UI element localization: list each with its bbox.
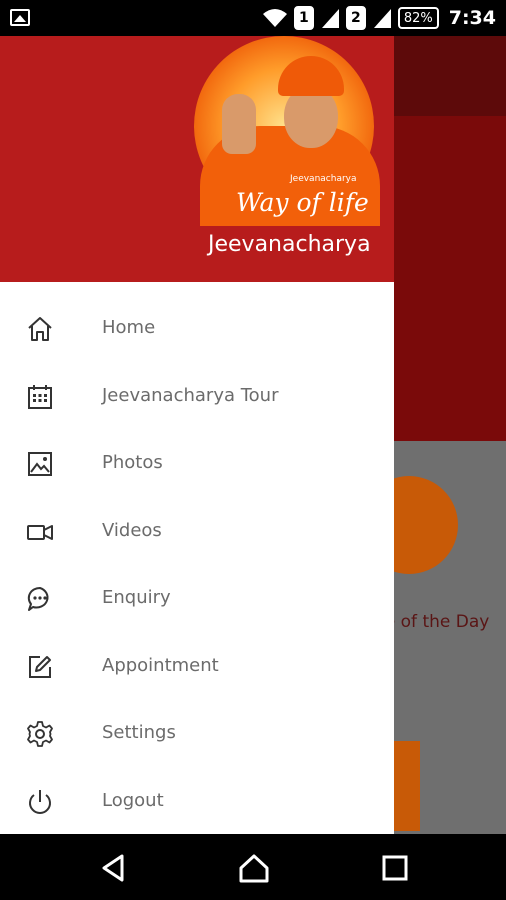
menu-item-videos[interactable]: Videos (0, 497, 394, 565)
logo-small-text: Jeevanacharya (290, 174, 357, 184)
edit-icon (29, 655, 51, 678)
system-nav-bar (0, 834, 506, 900)
menu-item-appointment[interactable]: Appointment (0, 632, 394, 700)
signal2-icon (373, 9, 391, 28)
back-icon[interactable] (98, 852, 130, 884)
home-icon (28, 317, 52, 341)
status-icons: 1 2 82% 7:34 (262, 0, 496, 36)
menu-item-settings[interactable]: Settings (0, 699, 394, 767)
menu-item-label: Appointment (102, 654, 219, 676)
drawer-menu: Home Jeevanacharya Tour Photos Videos En… (0, 294, 394, 834)
drawer-app-name: Jeevanacharya (208, 232, 371, 257)
clock: 7:34 (448, 7, 496, 29)
calendar-icon (28, 384, 52, 409)
screen: 1 2 82% 7:34 ge of the Day Jeevanacharya… (0, 0, 506, 900)
menu-item-tour[interactable]: Jeevanacharya Tour (0, 362, 394, 430)
wifi-icon (262, 9, 287, 27)
way-of-life-logo: Way of life (236, 188, 369, 217)
image-icon (28, 452, 52, 476)
gallery-notification-icon (10, 9, 30, 26)
menu-item-label: Logout (102, 789, 164, 811)
status-bar: 1 2 82% 7:34 (0, 0, 506, 36)
menu-item-home[interactable]: Home (0, 294, 394, 362)
video-camera-icon (27, 524, 53, 540)
battery-indicator: 82% (397, 7, 439, 29)
gear-icon (27, 721, 53, 747)
drawer-header: Jeevanacharya Way of life Jeevanacharya (0, 36, 394, 282)
menu-item-label: Home (102, 317, 156, 339)
sim2-icon: 2 (345, 6, 366, 30)
menu-item-label: Settings (102, 722, 176, 744)
chat-bubble-icon (27, 586, 49, 611)
menu-item-photos[interactable]: Photos (0, 429, 394, 497)
navigation-drawer: Jeevanacharya Way of life Jeevanacharya … (0, 36, 394, 834)
power-icon (29, 789, 51, 814)
recent-apps-icon[interactable] (379, 852, 411, 884)
menu-item-label: Videos (102, 519, 162, 541)
guru-hand (222, 94, 256, 154)
signal1-icon (321, 9, 339, 28)
menu-item-enquiry[interactable]: Enquiry (0, 564, 394, 632)
home-nav-icon[interactable] (238, 852, 270, 884)
menu-item-label: Photos (102, 452, 163, 474)
menu-item-label: Jeevanacharya Tour (102, 384, 279, 406)
menu-item-label: Enquiry (102, 587, 171, 609)
menu-item-logout[interactable]: Logout (0, 767, 394, 835)
sim1-icon: 1 (293, 6, 314, 30)
